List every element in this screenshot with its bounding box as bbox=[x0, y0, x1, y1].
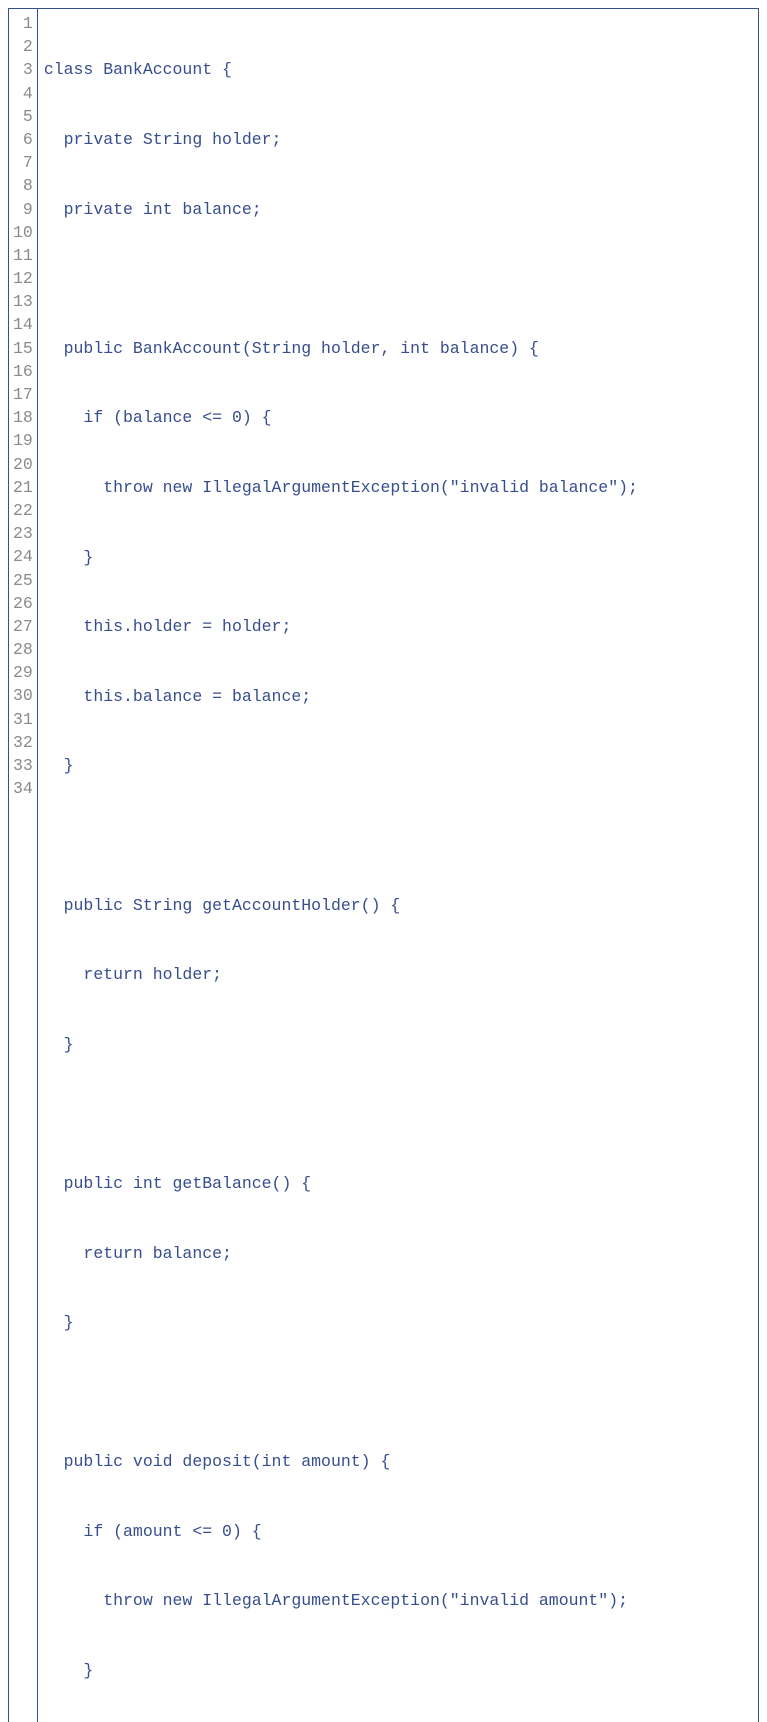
code-line: throw new IllegalArgumentException("inva… bbox=[44, 1589, 638, 1612]
line-number: 3 bbox=[13, 58, 33, 81]
line-number: 26 bbox=[13, 592, 33, 615]
code-line: public void deposit(int amount) { bbox=[44, 1450, 638, 1473]
code-line: private String holder; bbox=[44, 128, 638, 151]
code-line: } bbox=[44, 1659, 638, 1682]
code-line: throw new IllegalArgumentException("inva… bbox=[44, 476, 638, 499]
line-number: 1 bbox=[13, 12, 33, 35]
code-line: this.holder = holder; bbox=[44, 615, 638, 638]
code-line bbox=[44, 1381, 638, 1404]
line-number: 16 bbox=[13, 360, 33, 383]
line-number: 5 bbox=[13, 105, 33, 128]
code-line: public BankAccount(String holder, int ba… bbox=[44, 337, 638, 360]
line-number: 31 bbox=[13, 708, 33, 731]
code-block: 1 2 3 4 5 6 7 8 9 10 11 12 13 14 15 16 1… bbox=[8, 8, 759, 1722]
line-number: 28 bbox=[13, 638, 33, 661]
line-number: 10 bbox=[13, 221, 33, 244]
line-number: 11 bbox=[13, 244, 33, 267]
line-number: 4 bbox=[13, 82, 33, 105]
line-number: 12 bbox=[13, 267, 33, 290]
code-line: } bbox=[44, 546, 638, 569]
line-number: 27 bbox=[13, 615, 33, 638]
line-number: 34 bbox=[13, 777, 33, 800]
code-line: } bbox=[44, 754, 638, 777]
code-line: if (balance <= 0) { bbox=[44, 406, 638, 429]
line-number: 7 bbox=[13, 151, 33, 174]
line-number: 32 bbox=[13, 731, 33, 754]
line-number: 33 bbox=[13, 754, 33, 777]
code-line bbox=[44, 267, 638, 290]
line-number: 18 bbox=[13, 406, 33, 429]
line-number: 23 bbox=[13, 522, 33, 545]
line-number: 22 bbox=[13, 499, 33, 522]
code-line: } bbox=[44, 1033, 638, 1056]
code-line: private int balance; bbox=[44, 198, 638, 221]
code-line: return holder; bbox=[44, 963, 638, 986]
line-number: 15 bbox=[13, 337, 33, 360]
code-line: this.balance = balance; bbox=[44, 685, 638, 708]
line-number: 30 bbox=[13, 684, 33, 707]
line-number: 21 bbox=[13, 476, 33, 499]
line-number: 9 bbox=[13, 198, 33, 221]
line-number: 25 bbox=[13, 569, 33, 592]
line-number: 2 bbox=[13, 35, 33, 58]
code-line: } bbox=[44, 1311, 638, 1334]
line-number: 29 bbox=[13, 661, 33, 684]
line-number: 13 bbox=[13, 290, 33, 313]
code-line: if (amount <= 0) { bbox=[44, 1520, 638, 1543]
code-line: class BankAccount { bbox=[44, 58, 638, 81]
code-line bbox=[44, 1102, 638, 1125]
line-number: 17 bbox=[13, 383, 33, 406]
line-number-gutter: 1 2 3 4 5 6 7 8 9 10 11 12 13 14 15 16 1… bbox=[9, 9, 38, 1722]
line-number: 20 bbox=[13, 453, 33, 476]
code-content: class BankAccount { private String holde… bbox=[38, 9, 644, 1722]
code-line: public String getAccountHolder() { bbox=[44, 894, 638, 917]
line-number: 6 bbox=[13, 128, 33, 151]
line-number: 19 bbox=[13, 429, 33, 452]
line-number: 8 bbox=[13, 174, 33, 197]
line-number: 24 bbox=[13, 545, 33, 568]
code-line: return balance; bbox=[44, 1242, 638, 1265]
line-number: 14 bbox=[13, 313, 33, 336]
code-line bbox=[44, 824, 638, 847]
code-line: public int getBalance() { bbox=[44, 1172, 638, 1195]
